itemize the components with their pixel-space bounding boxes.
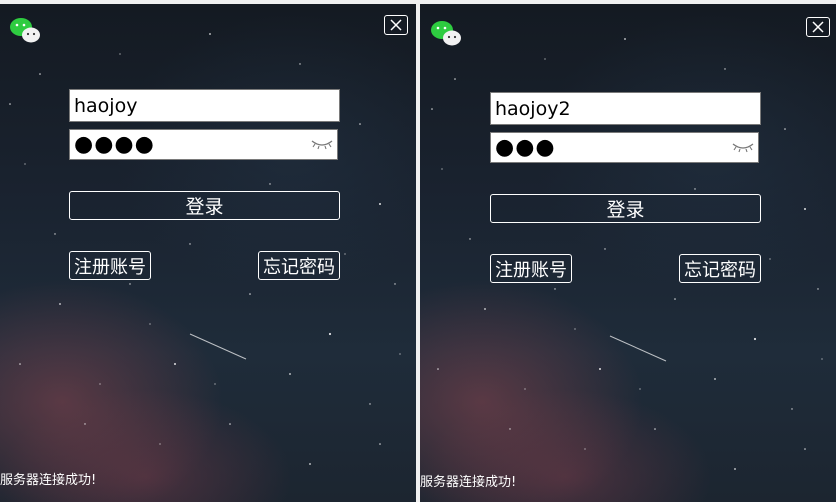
- desktop-stage: 登录 注册账号 忘记密码 服务器连接成功!: [0, 0, 836, 502]
- register-account-button[interactable]: 注册账号: [490, 254, 572, 283]
- close-button[interactable]: [384, 15, 408, 35]
- password-input[interactable]: [491, 133, 758, 162]
- close-icon: [390, 19, 402, 31]
- wechat-logo-icon: [431, 21, 461, 46]
- starfield-background: [9, 33, 401, 465]
- forgot-password-button[interactable]: 忘记密码: [258, 251, 340, 280]
- close-icon: [812, 21, 824, 33]
- username-input[interactable]: [491, 93, 760, 124]
- password-field[interactable]: [69, 129, 338, 160]
- forgot-password-button[interactable]: 忘记密码: [679, 254, 761, 283]
- username-field[interactable]: [69, 89, 340, 122]
- login-button[interactable]: 登录: [69, 191, 340, 220]
- login-window-1: 登录 注册账号 忘记密码 服务器连接成功!: [0, 4, 416, 502]
- close-button[interactable]: [806, 17, 830, 37]
- connection-status-text: 服务器连接成功!: [0, 473, 97, 488]
- eye-closed-icon[interactable]: [732, 141, 754, 153]
- login-button[interactable]: 登录: [490, 194, 761, 223]
- wechat-logo-icon: [10, 18, 40, 43]
- username-input[interactable]: [70, 90, 339, 121]
- eye-closed-icon[interactable]: [311, 138, 333, 150]
- register-account-button[interactable]: 注册账号: [69, 251, 151, 280]
- starfield-background: [431, 38, 823, 470]
- username-field[interactable]: [490, 92, 761, 125]
- login-window-2: 登录 注册账号 忘记密码 服务器连接成功!: [420, 4, 836, 502]
- connection-status-text: 服务器连接成功!: [420, 475, 517, 490]
- password-input[interactable]: [70, 130, 337, 159]
- password-field[interactable]: [490, 132, 759, 163]
